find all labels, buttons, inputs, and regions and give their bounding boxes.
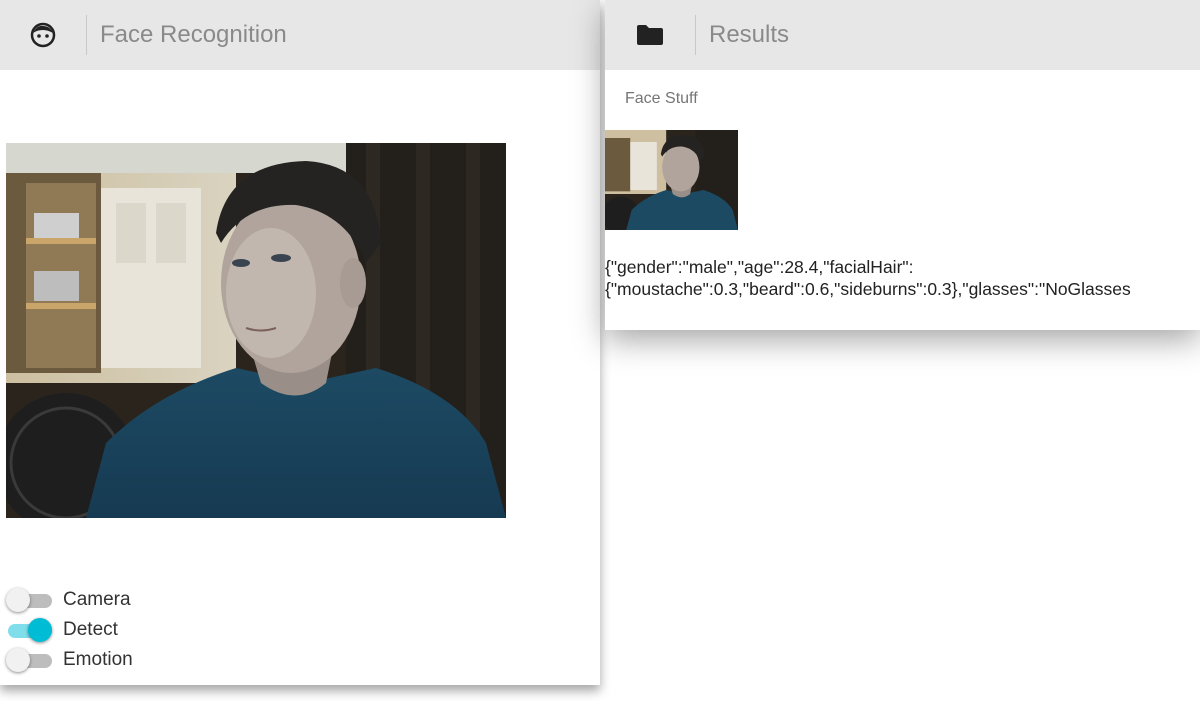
detect-toggle-label: Detect [63, 619, 118, 640]
camera-feed-image [6, 143, 506, 518]
header-divider [695, 15, 696, 55]
result-json-line: {"gender":"male","age":28.4,"facialHair"… [605, 257, 914, 277]
emotion-toggle-label: Emotion [63, 649, 133, 670]
face-recognition-panel: Face Recognition Camera Detect Emotion [0, 0, 600, 685]
header-divider [86, 15, 87, 55]
panel-title: Face Recognition [100, 21, 287, 48]
result-thumbnail-image [605, 130, 738, 230]
face-recognition-header: Face Recognition [0, 0, 600, 70]
camera-toggle-thumb [6, 588, 30, 612]
panel-title: Results [709, 21, 790, 48]
results-panel: Results Face Stuff {"gender":"male","age… [605, 0, 1200, 330]
detect-toggle-row[interactable]: Detect [6, 617, 118, 643]
emotion-toggle-row[interactable]: Emotion [6, 647, 133, 673]
detect-toggle-switch[interactable] [6, 617, 54, 643]
results-header: Results [605, 0, 1200, 70]
camera-toggle-row[interactable]: Camera [6, 587, 131, 613]
folder-icon[interactable] [605, 0, 695, 70]
camera-toggle-label: Camera [63, 589, 131, 610]
section-label: Face Stuff [625, 90, 698, 107]
result-json-text: {"gender":"male","age":28.4,"facialHair"… [605, 256, 1200, 300]
result-json-line: {"moustache":0.3,"beard":0.6,"sideburns"… [605, 279, 1131, 299]
emotion-toggle-thumb [6, 648, 30, 672]
camera-toggle-switch[interactable] [6, 587, 54, 613]
face-icon[interactable] [0, 0, 86, 70]
emotion-toggle-switch[interactable] [6, 647, 54, 673]
detect-toggle-thumb [28, 618, 52, 642]
